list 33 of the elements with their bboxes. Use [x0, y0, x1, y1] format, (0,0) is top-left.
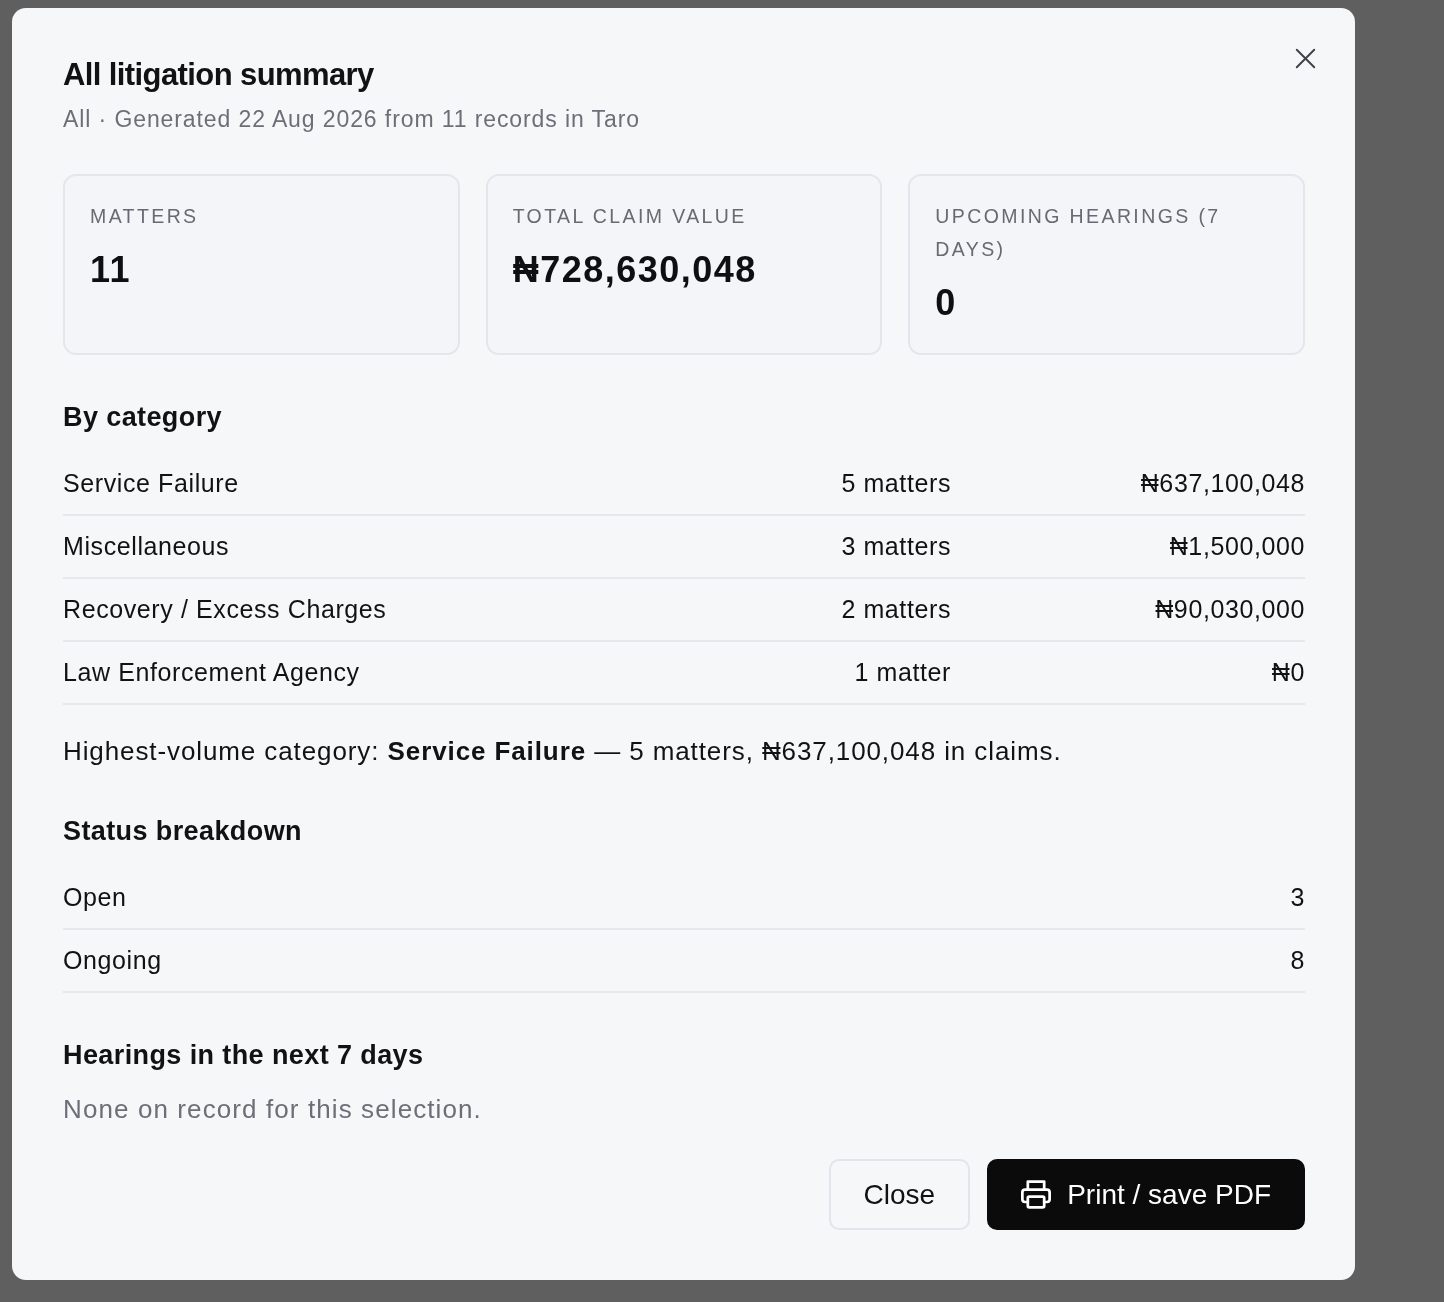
stat-label: MATTERS	[90, 204, 200, 229]
category-name: Service Failure	[63, 469, 239, 498]
claim-amount: ₦0	[1271, 658, 1305, 687]
section-heading: By category	[63, 401, 223, 434]
close-icon[interactable]	[1295, 48, 1316, 69]
printer-icon	[1021, 1180, 1052, 1209]
category-name: Miscellaneous	[63, 532, 230, 561]
empty-message: None on record for this selection.	[63, 1093, 483, 1126]
matter-count: 5 matters	[841, 469, 951, 498]
stat-value: 0	[935, 281, 958, 325]
matter-count: 2 matters	[841, 595, 951, 624]
matter-count: 3 matters	[841, 532, 951, 561]
section-heading: Hearings in the next 7 days	[63, 1039, 425, 1072]
category-name: Law Enforcement Agency	[63, 658, 360, 687]
claim-amount: ₦637,100,048	[1140, 469, 1305, 498]
close-button[interactable]: Close	[828, 1159, 971, 1230]
status-name: Ongoing	[63, 946, 162, 975]
summary-text: Highest-volume category: Service Failure — 5 matters, ₦637,100,048 in claims.	[63, 735, 1063, 768]
status-count: 8	[1290, 946, 1305, 975]
section-heading: Status breakdown	[63, 815, 303, 848]
category-name: Recovery / Excess Charges	[63, 595, 387, 624]
status-name: Open	[63, 883, 127, 912]
status-count: 3	[1290, 883, 1305, 912]
stat-value: ₦728,630,048	[512, 248, 758, 292]
matter-count: 1 matter	[854, 658, 951, 687]
claim-amount: ₦90,030,000	[1155, 595, 1305, 624]
stat-label: UPCOMING HEARINGS (7 DAYS)	[935, 204, 1222, 262]
dialog-subtitle: All · Generated 22 Aug 2026 from 11 records in Taro	[63, 105, 640, 134]
stat-value: 11	[90, 248, 133, 292]
claim-amount: ₦1,500,000	[1169, 532, 1305, 561]
stat-label: TOTAL CLAIM VALUE	[512, 204, 748, 229]
print-button[interactable]: Print / save PDF	[987, 1159, 1305, 1230]
dialog-title: All litigation summary	[63, 57, 375, 93]
